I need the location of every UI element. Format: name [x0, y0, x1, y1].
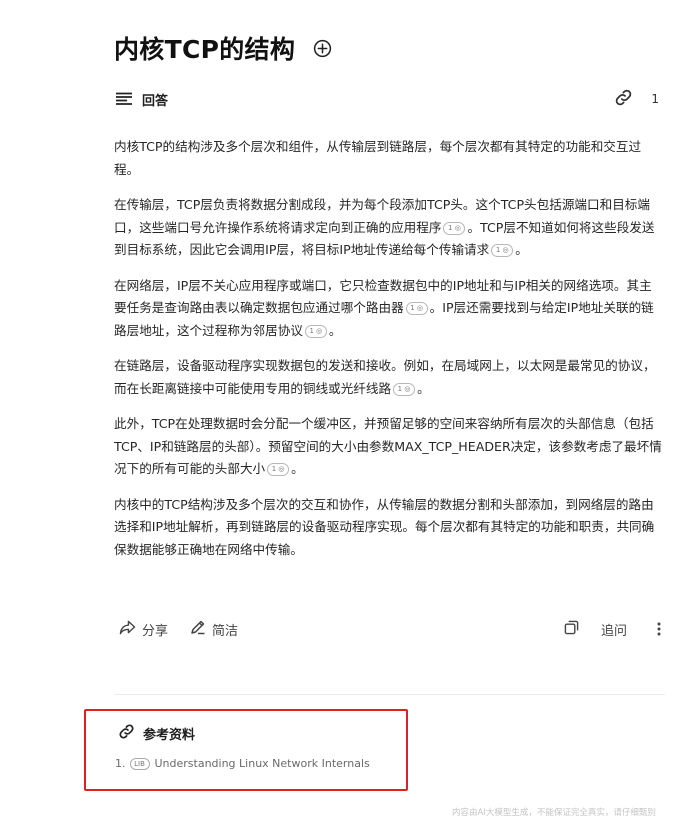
lib-badge: LIB — [129, 757, 150, 770]
reference-count: 1 — [651, 92, 659, 106]
citation-badge[interactable]: 1 ◎ — [304, 324, 327, 338]
simplify-button[interactable]: 简洁 — [190, 619, 238, 639]
citation-badge[interactable]: 1 ◎ — [267, 463, 290, 476]
reference-index: 1. — [115, 757, 126, 770]
ai-disclaimer: 内容由AI大模型生成，不能保证完全真实，请仔细甄别 — [452, 808, 656, 818]
citation-badge[interactable]: 1 ◎ — [393, 382, 416, 396]
section-divider — [114, 694, 665, 695]
references-header: 参考资料 — [118, 723, 195, 744]
answer-paragraph: 此外，TCP在处理数据时会分配一个缓冲区，并预留足够的空间来容纳所有层次的头部信… — [114, 416, 662, 476]
answer-paragraph: 在传输层，TCP层负责将数据分割成段，并为每个段添加TCP头。这个TCP头包括源… — [114, 197, 655, 257]
reference-title[interactable]: Understanding Linux Network Internals — [155, 757, 370, 770]
answer-paragraph: 内核TCP的结构涉及多个层次和组件，从传输层到链路层，每个层次都有其特定的功能和… — [114, 139, 642, 177]
answer-header: 回答 1 — [116, 88, 661, 110]
share-label: 分享 — [142, 623, 169, 639]
references-title: 参考资料 — [143, 728, 196, 743]
copy-icon[interactable] — [564, 620, 579, 639]
share-button[interactable]: 分享 — [119, 620, 168, 639]
more-vertical-icon[interactable] — [657, 622, 661, 636]
citation-badge[interactable]: 1 ◎ — [405, 302, 428, 315]
ask-follow-up-button[interactable]: 追问 — [601, 620, 627, 639]
answer-content: 内核TCP的结构涉及多个层次和组件，从传输层到链路层，每个层次都有其特定的功能和… — [114, 136, 664, 574]
title-row: 内核TCP的结构 — [114, 30, 333, 66]
link-icon[interactable] — [614, 88, 633, 111]
simplify-label: 简洁 — [212, 623, 239, 639]
answer-paragraph: 在网络层，IP层不关心应用程序或端口，它只检查数据包中的IP地址和与IP相关的网… — [114, 277, 654, 338]
answer-lines-icon — [116, 90, 132, 109]
link-icon — [118, 723, 135, 744]
citation-badge[interactable]: 1 ◎ — [491, 244, 514, 257]
answer-paragraph: 在链路层，设备驱动程序实现数据包的发送和接收。例如，在局域网上，以太网是最常见的… — [114, 358, 656, 396]
action-bar: 分享 简洁 追问 — [119, 618, 661, 640]
page-title: 内核TCP的结构 — [114, 35, 296, 64]
add-circle-icon[interactable] — [311, 37, 333, 59]
pencil-icon — [190, 619, 206, 639]
reference-item[interactable]: 1. LIB Understanding Linux Network Inter… — [115, 757, 370, 770]
references-panel: 参考资料 1. LIB Understanding Linux Network … — [84, 709, 408, 791]
share-icon — [119, 620, 136, 639]
answer-label: 回答 — [142, 93, 169, 109]
citation-badge[interactable]: 1 ◎ — [443, 221, 466, 235]
answer-paragraph: 内核中的TCP结构涉及多个层次的交互和协作，从传输层的数据分割和头部添加，到网络… — [114, 496, 655, 557]
